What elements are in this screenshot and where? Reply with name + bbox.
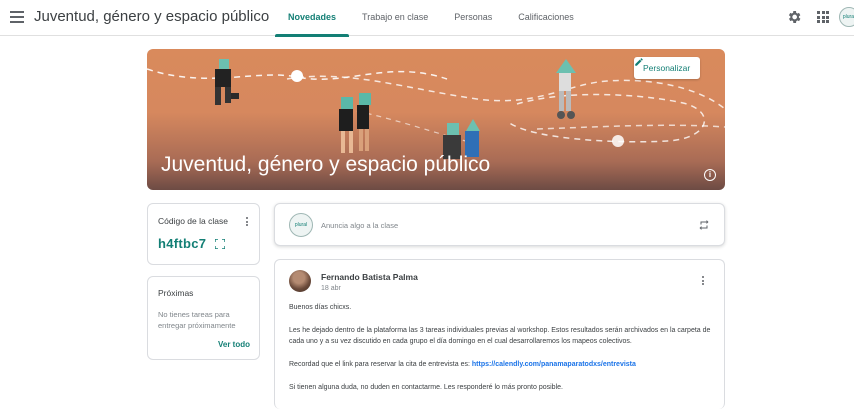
view-all-link[interactable]: Ver todo	[218, 340, 250, 349]
customize-button[interactable]: Personalizar	[634, 57, 701, 79]
tab-classwork[interactable]: Trabajo en clase	[349, 0, 441, 36]
post-link-intro: Recordad que el link para reservar la ci…	[289, 361, 472, 368]
top-app-bar: Juventud, género y espacio público Noved…	[0, 0, 854, 37]
announce-input[interactable]: Anuncia algo a la clase	[321, 221, 398, 230]
announce-box[interactable]: plural Anuncia algo a la clase	[274, 203, 725, 246]
apps-grid-icon[interactable]	[817, 11, 829, 23]
info-icon[interactable]: i	[704, 169, 716, 181]
class-code-label: Código de la clase	[158, 216, 228, 226]
class-title[interactable]: Juventud, género y espacio público	[34, 8, 269, 25]
gear-icon[interactable]	[786, 9, 802, 25]
tab-grades[interactable]: Calificaciones	[505, 0, 587, 36]
announce-avatar: plural	[289, 213, 313, 237]
more-vert-icon[interactable]	[246, 217, 249, 228]
announcement-post: Fernando Batista Palma 18 abr Buenos día…	[274, 259, 725, 409]
post-paragraph: Les he dejado dentro de la plataforma la…	[289, 327, 711, 345]
post-greeting: Buenos días chicxs.	[289, 304, 352, 311]
post-closing: Si tienen alguna duda, no duden en conta…	[289, 384, 563, 391]
upcoming-card: Próximas No tienes tareas para entregar …	[147, 276, 260, 360]
upcoming-title: Próximas	[158, 288, 194, 298]
account-avatar[interactable]: plural	[839, 7, 854, 27]
more-vert-icon[interactable]	[702, 276, 705, 287]
post-date: 18 abr	[321, 285, 341, 292]
banner-title: Juventud, género y espacio público	[161, 153, 491, 176]
class-code-value: h4ftbc7	[158, 236, 207, 251]
pencil-icon	[635, 58, 643, 66]
post-body: Buenos días chicxs. Les he dejado dentro…	[289, 302, 714, 405]
tab-stream[interactable]: Novedades	[275, 0, 350, 37]
upcoming-empty-text: No tienes tareas para entregar próximame…	[158, 310, 236, 330]
tab-people[interactable]: Personas	[441, 0, 505, 36]
author-avatar	[289, 270, 311, 292]
repost-icon[interactable]	[698, 219, 710, 231]
post-author: Fernando Batista Palma	[321, 272, 418, 282]
class-code-card: Código de la clase h4ftbc7	[147, 203, 260, 265]
customize-label: Personalizar	[643, 63, 691, 73]
menu-icon[interactable]	[10, 11, 24, 23]
fullscreen-icon[interactable]	[215, 239, 225, 249]
class-banner: Juventud, género y espacio público Perso…	[147, 49, 725, 190]
post-link-line: Recordad que el link para reservar la ci…	[289, 359, 714, 370]
booking-link[interactable]: https://calendly.com/panamaparatodxs/ent…	[472, 361, 636, 368]
class-tabs: Novedades Trabajo en clase Personas Cali…	[275, 0, 587, 37]
